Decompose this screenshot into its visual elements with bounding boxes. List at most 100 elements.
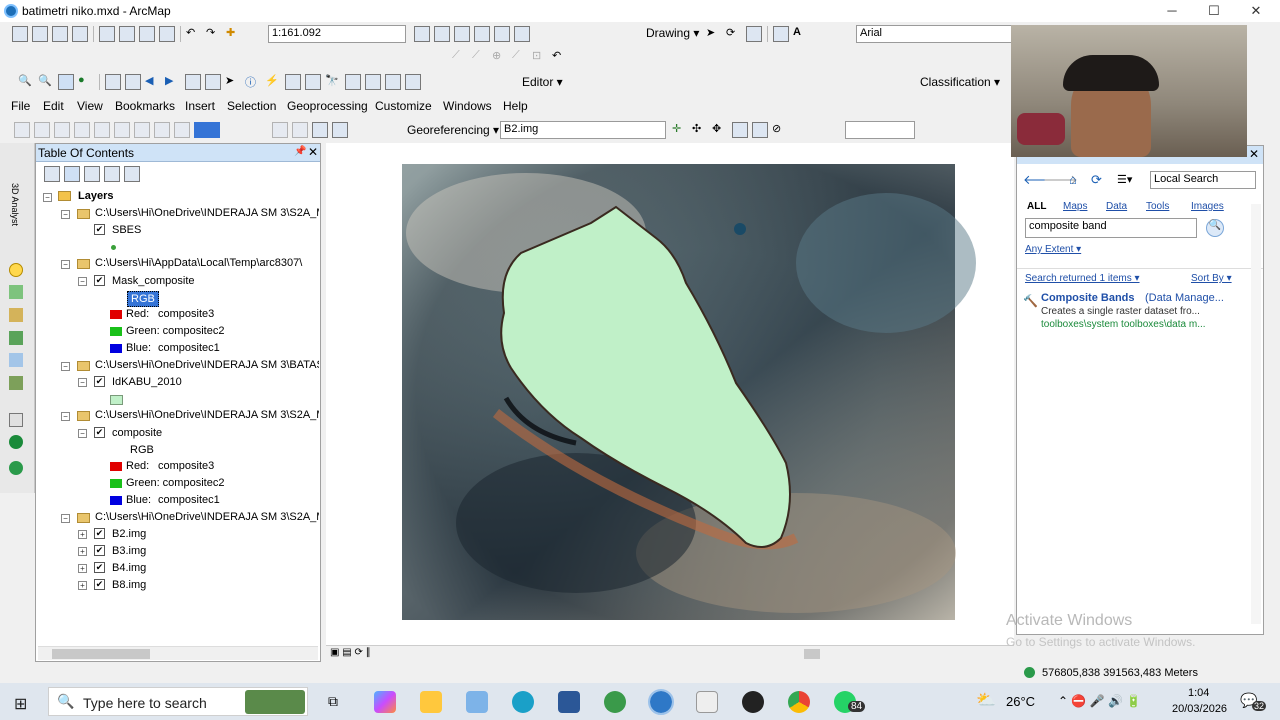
toc-horizontal-scrollbar[interactable] [38, 646, 318, 660]
rotate-georef-icon[interactable] [752, 122, 768, 138]
file-explorer-icon[interactable] [420, 691, 442, 713]
mask-rgb-label[interactable]: RGB [127, 291, 159, 307]
group-2-path[interactable]: C:\Users\Hi\AppData\Local\Temp\arc8307\ [95, 257, 319, 269]
word-icon[interactable] [558, 691, 580, 713]
rectangle-icon[interactable] [773, 26, 789, 42]
layers-root[interactable]: Layers [78, 190, 113, 202]
drawing-menu[interactable]: Drawing ▾ [646, 26, 699, 40]
clock-date[interactable]: 20/03/2026 [1172, 703, 1227, 715]
clear-selection-icon[interactable] [205, 74, 221, 90]
redo-icon[interactable]: ↷ [206, 26, 222, 42]
tool-icon-5[interactable] [9, 353, 23, 367]
find-icon[interactable]: 🔭 [325, 74, 341, 90]
list-by-selection-icon[interactable] [104, 166, 120, 182]
tab-data[interactable]: Data [1106, 201, 1127, 212]
scope-combo[interactable]: Local Search [1150, 171, 1256, 189]
b2-checkbox[interactable]: ✔ [94, 528, 105, 539]
mask-composite-layer[interactable]: Mask_composite [112, 275, 195, 287]
idkabu-checkbox[interactable]: ✔ [94, 376, 105, 387]
list-by-source-icon[interactable] [64, 166, 80, 182]
b8-layer[interactable]: B8.img [112, 579, 146, 591]
fixed-zoom-in-icon[interactable] [105, 74, 121, 90]
result-title[interactable]: Composite Bands [1041, 292, 1135, 304]
tray-icons[interactable]: ⌃ ⛔ 🎤 🔊 🔋 [1058, 694, 1141, 708]
refresh-icon[interactable]: ⟳ [1091, 172, 1102, 188]
menu-geoprocessing[interactable]: Geoprocessing [287, 99, 368, 113]
measure-icon[interactable] [305, 74, 321, 90]
tab-images[interactable]: Images [1191, 201, 1224, 212]
collapse-group-2[interactable]: − [61, 260, 70, 269]
save-icon[interactable] [52, 26, 68, 42]
home-icon[interactable]: ⌂ [1069, 172, 1077, 187]
tool-icon-3[interactable] [9, 308, 23, 322]
zoom-out-icon[interactable]: 🔍 [38, 74, 54, 90]
select-elements-icon[interactable]: ➤ [706, 26, 722, 42]
sbes-layer[interactable]: SBES [112, 224, 141, 236]
collapse-group-5[interactable]: − [61, 514, 70, 523]
view-link-table-icon[interactable] [732, 122, 748, 138]
idkabu-symbol[interactable] [110, 395, 123, 405]
arcmap-taskbar-icon[interactable] [648, 689, 674, 715]
b4-layer[interactable]: B4.img [112, 562, 146, 574]
globe-icon-2[interactable] [9, 461, 23, 475]
menu-windows[interactable]: Windows [443, 99, 492, 113]
obs-icon[interactable] [742, 691, 764, 713]
html-popup-icon[interactable] [285, 74, 301, 90]
editor-menu[interactable]: Editor ▾ [522, 75, 563, 89]
collapse-idkabu[interactable]: − [78, 378, 87, 387]
clock-time[interactable]: 1:04 [1188, 687, 1209, 699]
zoom-in-icon[interactable]: 🔍 [18, 74, 34, 90]
b3-checkbox[interactable]: ✔ [94, 545, 105, 556]
collapse-layers[interactable]: − [43, 193, 52, 202]
tab-tools[interactable]: Tools [1146, 201, 1169, 212]
copilot-icon[interactable] [374, 691, 396, 713]
collapse-composite[interactable]: − [78, 429, 87, 438]
text-icon[interactable]: A [793, 26, 809, 42]
collapse-group-4[interactable]: − [61, 412, 70, 421]
toc-close-icon[interactable]: ✕ [308, 145, 318, 159]
full-extent-icon[interactable]: ● [78, 74, 94, 90]
search-scrollbar[interactable] [1251, 204, 1261, 624]
select-arrow-icon[interactable]: ➤ [225, 74, 241, 90]
flip-icon[interactable]: ⊘ [772, 122, 788, 138]
search-window-icon[interactable] [474, 26, 490, 42]
menu-customize[interactable]: Customize [375, 99, 432, 113]
collapse-mask-composite[interactable]: − [78, 277, 87, 286]
georef-layer-combo[interactable]: B2.img [500, 121, 666, 139]
temperature[interactable]: 26°C [1006, 694, 1035, 709]
search-input[interactable]: composite band [1025, 218, 1197, 238]
notepad-icon[interactable] [466, 691, 488, 713]
undo-icon[interactable]: ↶ [186, 26, 202, 42]
expand-b4[interactable]: + [78, 564, 87, 573]
close-button[interactable]: ✕ [1234, 0, 1278, 22]
menu-view[interactable]: View [77, 99, 103, 113]
group-5-path[interactable]: C:\Users\Hi\OneDrive\INDERAJA SM 3\S2A_M [95, 511, 319, 523]
collapse-group-1[interactable]: − [61, 210, 70, 219]
group-1-path[interactable]: C:\Users\Hi\OneDrive\INDERAJA SM 3\S2A_M [95, 207, 319, 219]
maximize-button[interactable]: ☐ [1192, 0, 1236, 22]
cut-icon[interactable] [99, 26, 115, 42]
undo-small-icon[interactable]: ↶ [552, 49, 568, 65]
list-by-drawing-order-icon[interactable] [44, 166, 60, 182]
rotate-icon[interactable]: ⟳ [726, 26, 742, 42]
tool-icon-4[interactable] [9, 331, 23, 345]
group-3-path[interactable]: C:\Users\Hi\OneDrive\INDERAJA SM 3\BATAS [95, 359, 319, 371]
tool-taskbar-icon[interactable] [696, 691, 718, 713]
viewer-icon[interactable] [405, 74, 421, 90]
right-scrollbar[interactable] [1264, 143, 1280, 643]
b3-layer[interactable]: B3.img [112, 545, 146, 557]
arccatalog-icon[interactable] [604, 691, 626, 713]
chrome-icon[interactable] [788, 691, 810, 713]
font-combo[interactable]: Arial [856, 25, 1012, 43]
menu-edit[interactable]: Edit [43, 99, 64, 113]
tool-icon-7[interactable] [9, 413, 23, 427]
map-scrollbar[interactable]: ▣ ▤ ⟳ ∥ [326, 645, 1014, 661]
georeferencing-menu[interactable]: Georeferencing ▾ [407, 123, 499, 137]
hyperlink-icon[interactable]: ⚡ [265, 74, 281, 90]
toc-scroll-thumb[interactable] [52, 649, 150, 659]
taskbar-search[interactable]: 🔍 Type here to search [48, 687, 308, 716]
print-preview-icon[interactable] [312, 122, 328, 138]
forward-icon[interactable]: ▶ [165, 74, 181, 90]
expand-b8[interactable]: + [78, 581, 87, 590]
tool-icon-1[interactable] [9, 263, 23, 277]
